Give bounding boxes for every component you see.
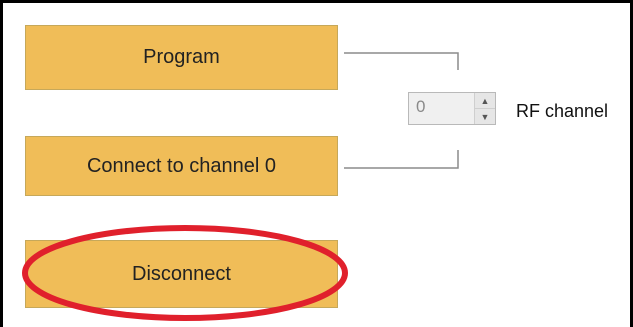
rf-channel-spinbox[interactable]: 0 ▲ ▼ — [408, 92, 496, 125]
connect-channel-button-label: Connect to channel 0 — [86, 154, 277, 177]
connect-channel-button[interactable]: Connect to channel 0 — [25, 136, 338, 196]
disconnect-button[interactable]: Disconnect — [25, 240, 338, 308]
spin-buttons: ▲ ▼ — [474, 93, 495, 124]
spin-down-arrow-icon[interactable]: ▼ — [475, 109, 495, 124]
program-button[interactable]: Program — [25, 25, 338, 90]
disconnect-button-label: Disconnect — [132, 262, 231, 285]
program-button-label: Program — [143, 46, 220, 68]
spin-up-arrow-icon[interactable]: ▲ — [475, 93, 495, 109]
rf-channel-value[interactable]: 0 — [416, 97, 425, 117]
rf-channel-label: RF channel — [516, 101, 609, 121]
